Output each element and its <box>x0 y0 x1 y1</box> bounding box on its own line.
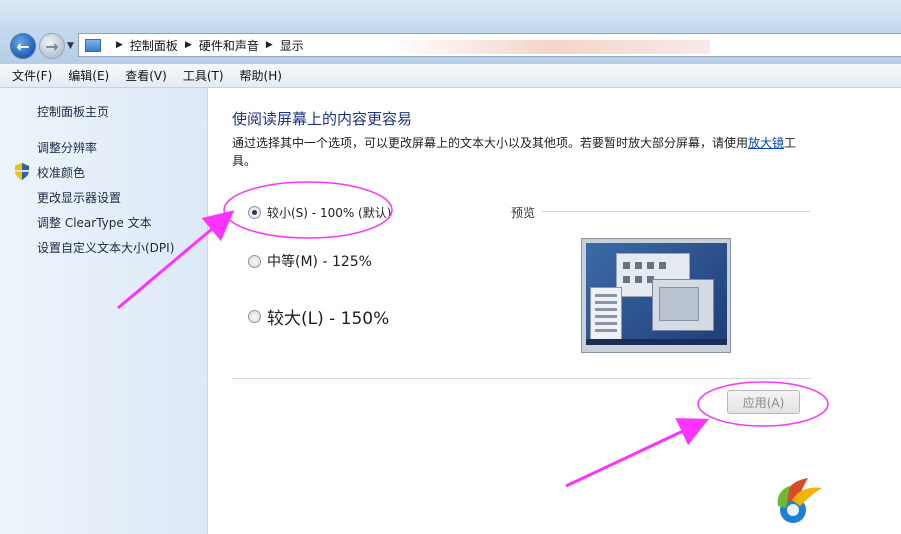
magnifier-link[interactable]: 放大镜 <box>748 136 784 150</box>
radio-button[interactable] <box>248 310 261 323</box>
sidebar-item-cleartype[interactable]: 调整 ClearType 文本 <box>37 214 152 231</box>
breadcrumb-item[interactable]: 控制面板 <box>130 37 178 54</box>
menu-bar: 文件(F) 编辑(E) 查看(V) 工具(T) 帮助(H) <box>0 64 901 88</box>
option-smaller[interactable]: 较小(S) - 100% (默认) <box>248 204 391 221</box>
breadcrumb-item[interactable]: 显示 <box>280 37 304 54</box>
breadcrumb: ▶ 控制面板 ▶ 硬件和声音 ▶ 显示 <box>109 37 304 54</box>
breadcrumb-item[interactable]: 硬件和声音 <box>199 37 259 54</box>
sidebar-item-calibrate[interactable]: 校准颜色 <box>37 164 85 181</box>
control-panel-icon <box>85 38 101 52</box>
breadcrumb-arrow-icon[interactable]: ▶ <box>266 40 273 50</box>
uac-shield-icon <box>15 163 29 180</box>
title-bar: ← → ▼ ▶ 控制面板 ▶ 硬件和声音 ▶ 显示 <box>0 0 901 64</box>
radio-button[interactable] <box>248 206 261 219</box>
breadcrumb-arrow-icon[interactable]: ▶ <box>185 40 192 50</box>
option-label: 中等(M) - 125% <box>267 254 372 270</box>
menu-tools[interactable]: 工具(T) <box>183 67 224 84</box>
menu-edit[interactable]: 编辑(E) <box>68 67 109 84</box>
back-button[interactable]: ← <box>10 33 36 59</box>
preview-screen <box>586 243 727 345</box>
option-label: 较大(L) - 150% <box>267 309 390 329</box>
option-larger[interactable]: 较大(L) - 150% <box>248 304 389 329</box>
sidebar-item-resolution[interactable]: 调整分辨率 <box>37 139 97 156</box>
sidebar-item-home[interactable]: 控制面板主页 <box>37 103 109 120</box>
menu-help[interactable]: 帮助(H) <box>240 67 282 84</box>
preview-window <box>652 279 714 331</box>
watermark-logo-icon <box>777 478 822 523</box>
page-title: 使阅读屏幕上的内容更容易 <box>232 110 413 128</box>
annotation-arrow <box>565 418 709 488</box>
radio-button[interactable] <box>248 254 261 268</box>
chevron-down-icon[interactable]: ▼ <box>67 41 74 51</box>
preview-label: 预览 <box>511 206 536 220</box>
page-description: 通过选择其中一个选项，可以更改屏幕上的文本大小以及其他项。若要暂时放大部分屏幕，… <box>232 134 812 170</box>
menu-file[interactable]: 文件(F) <box>12 67 52 84</box>
divider <box>232 378 811 379</box>
preview-divider <box>541 211 811 212</box>
sidebar-item-monitor-settings[interactable]: 更改显示器设置 <box>37 189 121 206</box>
apply-button[interactable]: 应用(A) <box>727 390 800 414</box>
preview-window <box>590 287 622 343</box>
preview-taskbar <box>586 339 727 345</box>
menu-view[interactable]: 查看(V) <box>125 67 167 84</box>
sidebar-item-custom-dpi[interactable]: 设置自定义文本大小(DPI) <box>37 239 174 256</box>
back-arrow-icon: ← <box>16 36 30 56</box>
breadcrumb-arrow-icon: ▶ <box>116 40 123 50</box>
forward-arrow-icon: → <box>45 36 59 56</box>
option-medium[interactable]: 中等(M) - 125% <box>248 251 372 271</box>
preview-image <box>581 238 731 353</box>
option-label: 较小(S) - 100% (默认) <box>267 206 392 220</box>
sidebar: 控制面板主页 调整分辨率 校准颜色 更改显示器设置 调整 ClearType 文… <box>0 88 208 534</box>
description-text: 通过选择其中一个选项，可以更改屏幕上的文本大小以及其他项。若要暂时放大部分屏幕，… <box>232 136 749 150</box>
address-bar-decoration <box>390 40 710 54</box>
forward-button[interactable]: → <box>39 33 65 59</box>
